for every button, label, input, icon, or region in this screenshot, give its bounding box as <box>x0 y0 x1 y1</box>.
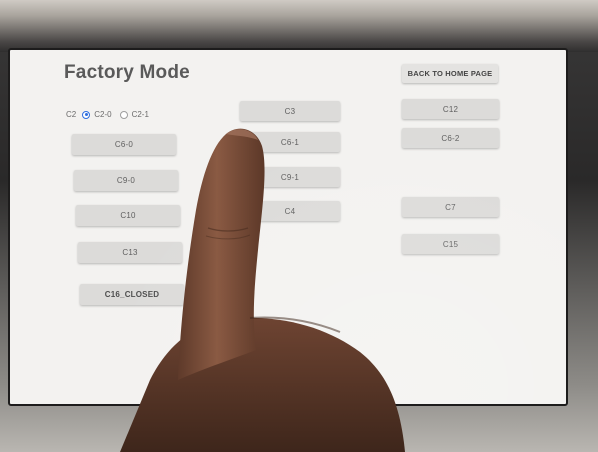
radio-c2-0-label: C2-0 <box>94 110 112 119</box>
back-to-home-button[interactable]: BACK TO HOME PAGE <box>402 64 498 83</box>
c16-closed-button[interactable]: C16_CLOSED <box>80 284 184 305</box>
c6-2-button[interactable]: C6-2 <box>402 128 499 148</box>
c3-button[interactable]: C3 <box>240 101 340 121</box>
radio-selected-icon <box>82 110 91 119</box>
c6-0-button[interactable]: C6-0 <box>72 134 176 155</box>
radio-unselected-icon <box>119 110 128 119</box>
c2-radio-label: C2 <box>66 110 77 119</box>
c15-button[interactable]: C15 <box>402 234 499 254</box>
c13-button[interactable]: C13 <box>78 242 182 263</box>
touch-screen: Factory Mode BACK TO HOME PAGE C2 C2-0 C… <box>8 48 568 406</box>
radio-c2-1-label: C2-1 <box>131 110 149 119</box>
c6-1-button[interactable]: C6-1 <box>240 132 340 152</box>
radio-c2-0[interactable]: C2-0 <box>82 110 112 119</box>
c7-button[interactable]: C7 <box>402 197 499 217</box>
c4-button[interactable]: C4 <box>240 201 340 221</box>
device-bezel-top <box>0 0 598 52</box>
c12-button[interactable]: C12 <box>402 99 499 119</box>
page-title: Factory Mode <box>64 62 190 83</box>
radio-c2-1[interactable]: C2-1 <box>119 110 149 119</box>
c10-button[interactable]: C10 <box>76 205 180 226</box>
c9-0-button[interactable]: C9-0 <box>74 170 178 191</box>
c2-radio-group: C2 C2-0 C2-1 <box>66 110 157 119</box>
c9-1-button[interactable]: C9-1 <box>240 167 340 187</box>
